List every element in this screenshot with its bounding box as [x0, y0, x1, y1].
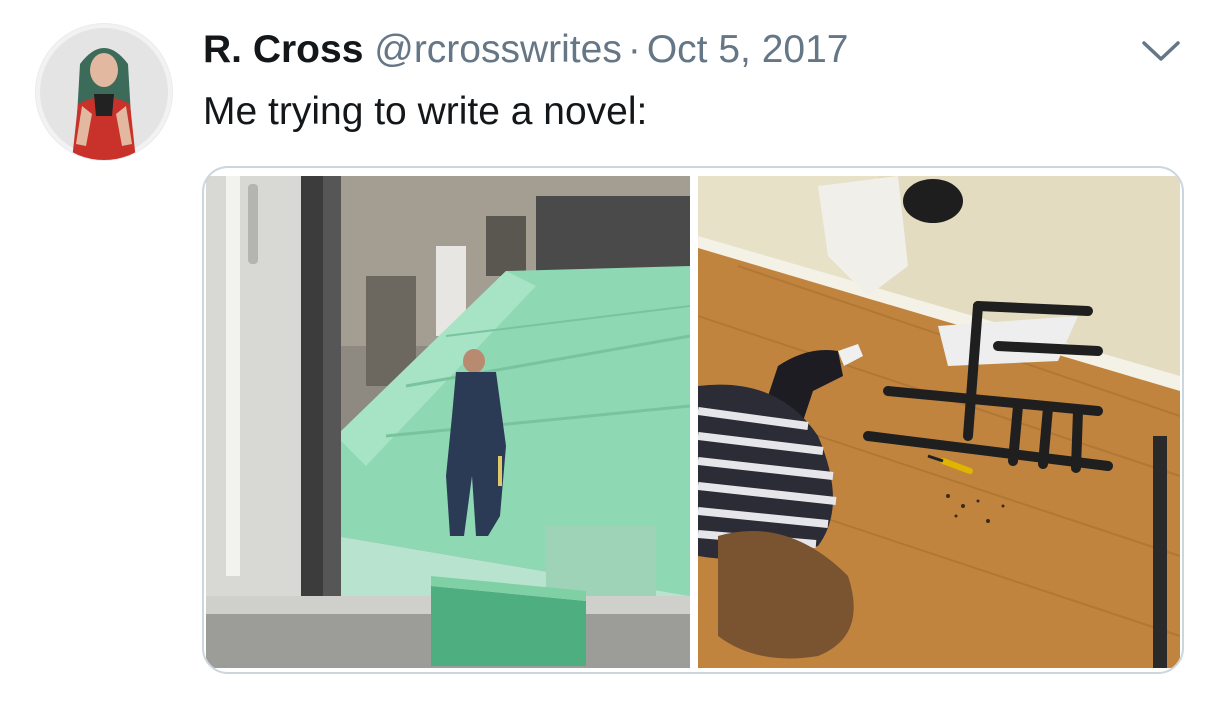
avatar-image [36, 24, 172, 160]
separator-dot: · [627, 28, 641, 71]
tweet-header: R. Cross @rcrosswrites · Oct 5, 2017 [203, 26, 848, 74]
photo-floor[interactable] [698, 176, 1180, 668]
display-name[interactable]: R. Cross [203, 28, 363, 71]
photo-rooftop[interactable] [206, 176, 690, 668]
tweet-text: Me trying to write a novel: [203, 90, 648, 133]
media-grid [202, 166, 1184, 674]
avatar[interactable] [36, 24, 172, 160]
user-handle[interactable]: @rcrosswrites [374, 28, 622, 71]
tweet-date[interactable]: Oct 5, 2017 [647, 28, 849, 71]
chevron-down-icon[interactable] [1140, 36, 1182, 66]
